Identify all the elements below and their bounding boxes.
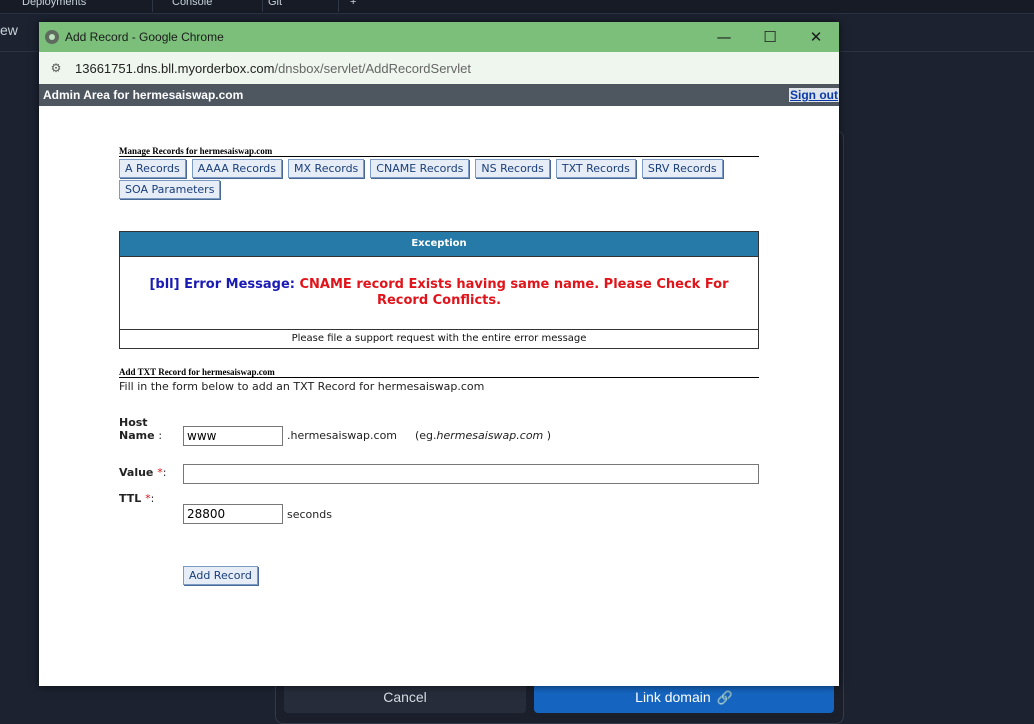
window-controls: — ☐ ✕ (701, 22, 839, 52)
ttl-input[interactable] (183, 504, 283, 524)
page-content: Manage Records for hermesaiswap.com A Re… (119, 146, 759, 585)
window-title: Add Record - Google Chrome (65, 30, 224, 44)
tab-deployments[interactable]: Deployments (12, 0, 153, 12)
tab-git[interactable]: Git (258, 0, 339, 12)
add-txt-record-title: Add TXT Record for hermesaiswap.com (119, 367, 759, 378)
host-name-input[interactable] (183, 426, 283, 446)
txt-records-button[interactable]: TXT Records (555, 159, 636, 178)
admin-header: Admin Area for hermesaiswap.com Sign out (39, 84, 839, 106)
ttl-unit: seconds (287, 508, 332, 521)
error-message: [bll] Error Message: CNAME record Exists… (120, 257, 758, 330)
close-icon[interactable]: ✕ (793, 22, 839, 52)
a-records-button[interactable]: A Records (119, 159, 186, 178)
url-path: /dnsbox/servlet/AddRecordServlet (274, 60, 471, 76)
new-tab-button[interactable]: + (340, 0, 380, 12)
host-domain-suffix: .hermesaiswap.com (287, 429, 398, 442)
chrome-icon (45, 30, 59, 44)
link-domain-button[interactable]: Link domain 🔗 (534, 683, 834, 713)
exception-footer: Please file a support request with the e… (291, 333, 587, 344)
error-text: CNAME record Exists having same name. Pl… (299, 277, 729, 308)
record-type-buttons: A Records AAAA Records MX Records CNAME … (119, 159, 759, 201)
add-record-button[interactable]: Add Record (183, 566, 258, 585)
site-settings-icon[interactable]: ⚙ (47, 59, 65, 77)
exception-header: Exception (120, 232, 758, 257)
cname-records-button[interactable]: CNAME Records (370, 159, 470, 178)
value-input[interactable] (183, 464, 759, 484)
background-sidebar-text: ew (0, 22, 18, 38)
mx-records-button[interactable]: MX Records (288, 159, 365, 178)
link-domain-label: Link domain (635, 689, 711, 705)
ttl-label: TTL *: (119, 492, 155, 505)
aaaa-records-button[interactable]: AAAA Records (191, 159, 283, 178)
cancel-button[interactable]: Cancel (284, 683, 526, 713)
admin-title: Admin Area for hermesaiswap.com (43, 88, 244, 102)
popup-window: Add Record - Google Chrome — ☐ ✕ ⚙ 13661… (39, 22, 839, 686)
sign-out-link[interactable]: Sign out (789, 88, 839, 102)
maximize-icon[interactable]: ☐ (747, 22, 793, 52)
minimize-icon[interactable]: — (701, 22, 747, 52)
form-instructions: Fill in the form below to add an TXT Rec… (119, 380, 485, 393)
window-titlebar: Add Record - Google Chrome — ☐ ✕ (39, 22, 839, 52)
srv-records-button[interactable]: SRV Records (641, 159, 723, 178)
exception-box: Exception [bll] Error Message: CNAME rec… (119, 231, 759, 349)
background-tab-bar: Deployments Console Git + (0, 0, 1034, 14)
host-name-label: Host Name : (119, 416, 163, 442)
url-host: 13661751.dns.bll.myorderbox.com (75, 60, 275, 76)
address-bar[interactable]: ⚙ 13661751.dns.bll.myorderbox.com/dnsbox… (39, 52, 839, 84)
manage-records-title: Manage Records for hermesaiswap.com (119, 146, 759, 157)
tab-console[interactable]: Console (162, 0, 263, 12)
ns-records-button[interactable]: NS Records (475, 159, 550, 178)
value-label: Value *: (119, 466, 167, 479)
host-example: (eg.hermesaiswap.com ) (415, 429, 552, 442)
soa-parameters-button[interactable]: SOA Parameters (119, 180, 221, 199)
error-label: [bll] Error Message: (149, 277, 295, 292)
link-icon: 🔗 (716, 690, 733, 705)
